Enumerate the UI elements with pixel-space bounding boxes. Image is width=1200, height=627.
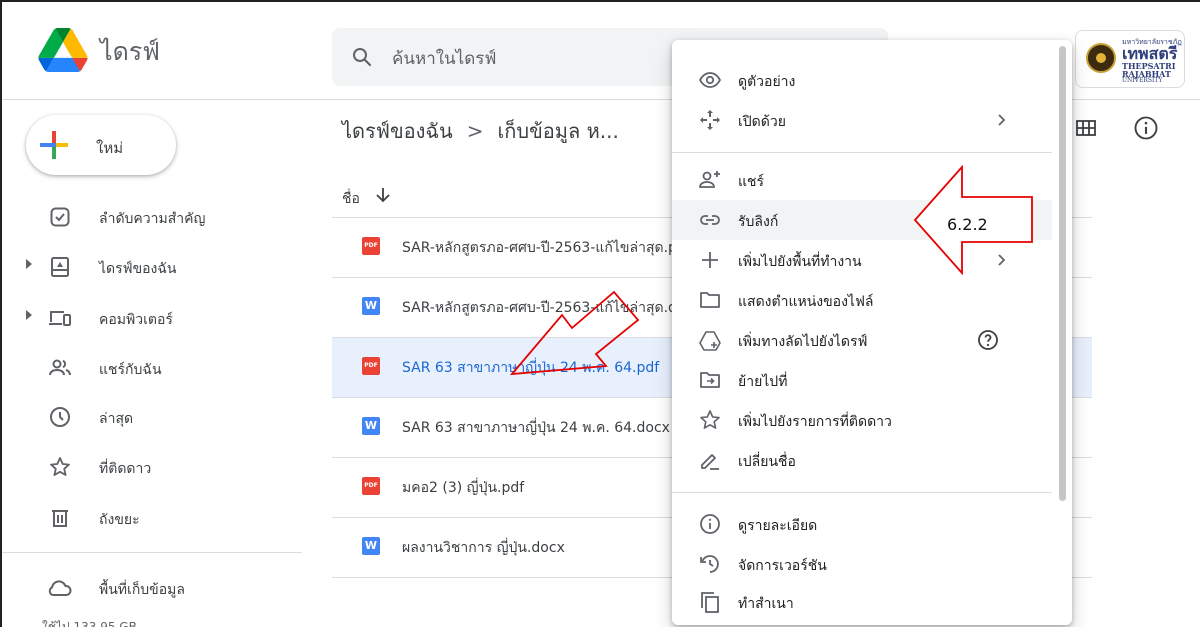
computers-icon bbox=[49, 311, 71, 326]
app-title: ไดรฟ์ bbox=[100, 37, 160, 66]
menu-divider bbox=[672, 492, 1052, 493]
expand-caret-icon[interactable] bbox=[26, 310, 32, 320]
sidebar-item-label: ที่ติดดาว bbox=[99, 461, 152, 477]
sidebar-item-shared[interactable]: แชร์กับฉัน bbox=[2, 346, 302, 390]
my-drive-icon bbox=[51, 257, 69, 277]
word-file-icon: W bbox=[362, 297, 380, 315]
menu-item-get-link[interactable]: รับลิงก์ bbox=[672, 200, 1052, 240]
file-name: SAR-หลักสูตรภอ-ศศบ-ปี-2563-แก้ไขล่าสุด.p… bbox=[402, 240, 672, 256]
menu-item-open-with[interactable]: เปิดด้วย bbox=[672, 100, 1052, 140]
move-to-icon bbox=[700, 372, 720, 388]
sidebar-divider bbox=[2, 552, 302, 553]
file-name: มคอ2 (3) ญี่ปุ่น.pdf bbox=[402, 480, 525, 496]
menu-scrollbar[interactable] bbox=[1059, 46, 1066, 501]
menu-item-manage-versions[interactable]: จัดการเวอร์ชัน bbox=[672, 544, 1052, 584]
sidebar-item-starred[interactable]: ที่ติดดาว bbox=[2, 445, 302, 489]
open-with-icon bbox=[700, 110, 720, 130]
menu-item-add-to-starred[interactable]: เพิ่มไปยังรายการที่ติดดาว bbox=[672, 400, 1052, 440]
drive-logo-icon[interactable] bbox=[38, 28, 88, 72]
link-icon bbox=[700, 215, 720, 225]
help-icon[interactable] bbox=[976, 328, 1000, 352]
shared-people-icon bbox=[49, 359, 71, 376]
sidebar-item-label: ลำดับความสำคัญ bbox=[99, 211, 206, 227]
file-name: SAR 63 สาขาภาษาญี่ปุ่น 24 พ.ค. 64.docx bbox=[402, 420, 670, 436]
add-shortcut-icon bbox=[699, 331, 721, 351]
copy-icon bbox=[701, 592, 719, 613]
annotation-label: 6.2.2 bbox=[947, 215, 988, 234]
search-input[interactable]: ค้นหาในไดรฟ์ bbox=[392, 45, 496, 72]
clock-icon bbox=[50, 407, 70, 427]
breadcrumb: ไดรฟ์ของฉัน > เก็บข้อมูล ห... bbox=[342, 115, 619, 147]
sidebar-item-label: แชร์กับฉัน bbox=[99, 362, 162, 378]
file-name: SAR 63 สาขาภาษาญี่ปุ่น 24 พ.ค. 64.pdf bbox=[402, 360, 660, 376]
priority-check-icon bbox=[50, 207, 70, 227]
details-info-icon[interactable] bbox=[1132, 114, 1160, 142]
info-icon bbox=[700, 514, 720, 534]
file-name: ผลงานวิชาการ ญี่ปุ่น.docx bbox=[402, 540, 565, 556]
menu-item-add-to-workspace[interactable]: เพิ่มไปยังพื้นที่ทำงาน bbox=[672, 240, 1052, 280]
context-menu: ดูตัวอย่าง เปิดด้วย แชร์ รับลิงก์ เพิ่มไ… bbox=[672, 40, 1072, 625]
university-wordmark: มหาวิทยาลัยราชภัฏ เทพสตรี THEPSATRI RAJA… bbox=[1122, 38, 1182, 84]
sidebar-item-computers[interactable]: คอมพิวเตอร์ bbox=[2, 296, 302, 340]
menu-divider bbox=[672, 152, 1052, 153]
trash-icon bbox=[52, 510, 68, 527]
folder-icon bbox=[700, 292, 720, 308]
menu-item-rename[interactable]: เปลี่ยนชื่อ bbox=[672, 440, 1052, 480]
sidebar-item-label: ไดรฟ์ของฉัน bbox=[99, 261, 177, 277]
expand-caret-icon[interactable] bbox=[26, 259, 32, 269]
menu-item-make-copy[interactable]: ทำสำเนา bbox=[672, 582, 1052, 622]
chevron-right-icon bbox=[998, 114, 1006, 126]
menu-item-view-details[interactable]: ดูรายละเอียด bbox=[672, 504, 1052, 544]
star-outline-icon bbox=[700, 410, 720, 429]
sidebar-item-label: ล่าสุด bbox=[99, 411, 134, 427]
menu-item-show-location[interactable]: แสดงตำแหน่งของไฟล์ bbox=[672, 280, 1052, 320]
breadcrumb-item-my-drive[interactable]: ไดรฟ์ของฉัน bbox=[342, 119, 453, 143]
rename-pencil-icon bbox=[701, 454, 719, 470]
university-seal-icon bbox=[1086, 43, 1116, 73]
sort-down-arrow-icon[interactable] bbox=[372, 184, 394, 206]
sidebar-item-storage[interactable]: พื้นที่เก็บข้อมูล bbox=[99, 579, 185, 601]
grid-view-icon[interactable] bbox=[1074, 116, 1098, 140]
university-logo[interactable]: มหาวิทยาลัยราชภัฏ เทพสตรี THEPSATRI RAJA… bbox=[1075, 30, 1185, 88]
sidebar-item-trash[interactable]: ถังขยะ bbox=[2, 496, 302, 540]
sidebar-item-priority[interactable]: ลำดับความสำคัญ bbox=[2, 195, 302, 239]
sidebar-item-my-drive[interactable]: ไดรฟ์ของฉัน bbox=[2, 245, 302, 289]
plus-color-icon bbox=[40, 131, 68, 159]
chevron-right-icon bbox=[998, 254, 1006, 266]
sidebar-item-label: ถังขยะ bbox=[99, 512, 140, 528]
breadcrumb-separator: > bbox=[466, 119, 484, 143]
pdf-file-icon: PDF bbox=[362, 357, 380, 375]
cloud-icon bbox=[48, 580, 72, 596]
plus-icon bbox=[702, 252, 718, 268]
history-icon bbox=[700, 555, 719, 573]
menu-item-preview[interactable]: ดูตัวอย่าง bbox=[672, 60, 1052, 100]
pdf-file-icon: PDF bbox=[362, 237, 380, 255]
file-name: SAR-หลักสูตรภอ-ศศบ-ปี-2563-แก้ไขล่าสุด.d… bbox=[402, 300, 672, 316]
word-file-icon: W bbox=[362, 417, 380, 435]
menu-item-share[interactable]: แชร์ bbox=[672, 160, 1052, 200]
person-add-icon bbox=[699, 171, 720, 188]
eye-icon bbox=[698, 72, 722, 88]
menu-item-add-shortcut[interactable]: เพิ่มทางลัดไปยังไดรฟ์ bbox=[672, 320, 1052, 360]
column-header-name[interactable]: ชื่อ bbox=[342, 188, 360, 210]
drive-window: ไดรฟ์ ค้นหาในไดรฟ์ มหาวิทยาลัยราชภัฏ เทพ… bbox=[0, 0, 1200, 627]
star-icon bbox=[50, 457, 70, 476]
menu-item-move-to[interactable]: ย้ายไปที่ bbox=[672, 360, 1052, 400]
breadcrumb-item-folder[interactable]: เก็บข้อมูล ห... bbox=[497, 119, 618, 143]
sidebar-item-label: คอมพิวเตอร์ bbox=[99, 312, 173, 328]
new-button[interactable]: ใหม่ bbox=[26, 115, 176, 175]
new-button-label: ใหม่ bbox=[96, 139, 124, 157]
word-file-icon: W bbox=[362, 537, 380, 555]
search-icon[interactable] bbox=[350, 45, 374, 69]
pdf-file-icon: PDF bbox=[362, 477, 380, 495]
sidebar-item-recent[interactable]: ล่าสุด bbox=[2, 395, 302, 439]
storage-usage: ใช้ไป 133.95 GB bbox=[42, 620, 137, 627]
